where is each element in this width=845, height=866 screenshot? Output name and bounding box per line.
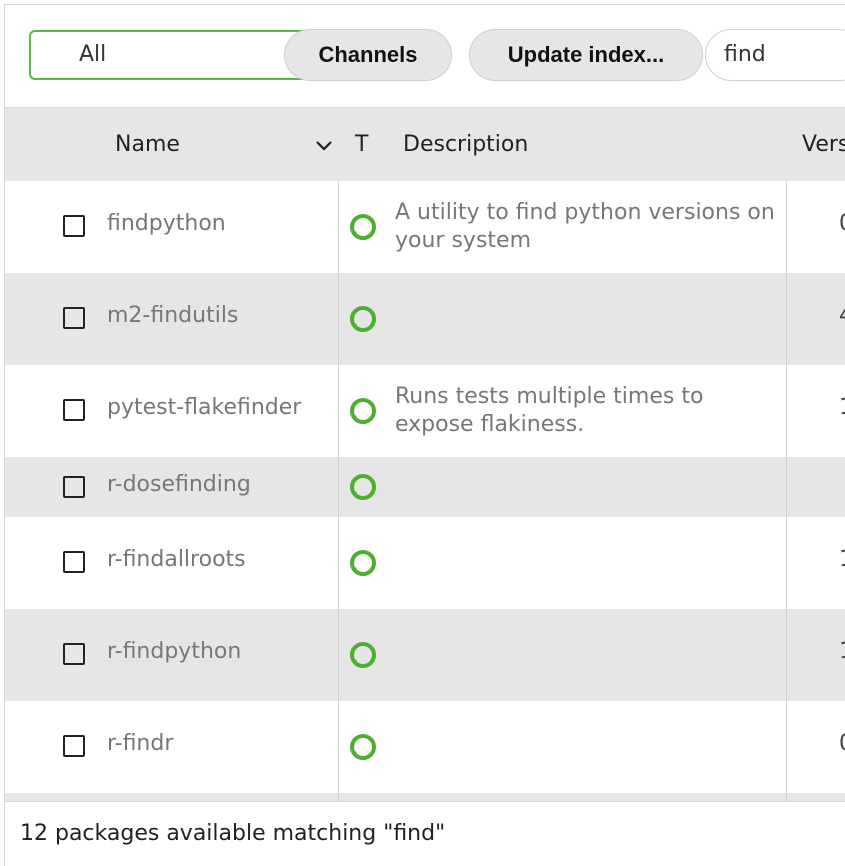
status-text: 12 packages available matching "find" [20,821,446,846]
table-row[interactable]: r-dosefinding [5,457,845,517]
table-row-partial [5,793,845,801]
package-name: m2-findutils [107,303,239,328]
package-name: findpython [107,211,226,236]
package-version: 0 [839,211,845,236]
channels-button[interactable]: Channels [284,29,452,81]
update-index-button[interactable]: Update index... [469,29,703,81]
column-header-version[interactable]: Vers [802,108,845,182]
row-checkbox[interactable] [63,476,85,498]
status-bar: 12 packages available matching "find" [5,801,845,866]
package-name: r-findallroots [107,547,246,572]
toolbar: All Channels Update index... find [5,5,845,107]
row-checkbox[interactable] [63,215,85,237]
package-version: 1 [839,395,845,420]
table-row[interactable]: m2-findutils 4 [5,273,845,365]
package-version: 1 [839,639,845,664]
row-checkbox[interactable] [63,551,85,573]
table-row[interactable]: findpython A utility to find python vers… [5,181,845,273]
search-input[interactable]: find [705,29,845,81]
package-list: findpython A utility to find python vers… [5,181,845,801]
package-description: Runs tests multiple times to expose flak… [395,384,704,437]
column-header-name[interactable]: Name [115,108,180,182]
package-version: 1 [839,547,845,572]
table-row[interactable]: r-findallroots 1 [5,517,845,609]
package-name: pytest-flakefinder [107,395,302,420]
conda-circle-icon[interactable] [348,396,378,426]
conda-circle-icon[interactable] [348,548,378,578]
table-row[interactable]: pytest-flakefinder Runs tests multiple t… [5,365,845,457]
package-description: A utility to find python versions on you… [395,200,775,253]
column-divider [786,181,787,801]
chevron-down-icon[interactable] [315,108,333,182]
table-row[interactable]: r-findpython 1 [5,609,845,701]
column-divider [338,181,339,801]
conda-circle-icon[interactable] [348,212,378,242]
package-name: r-findpython [107,639,242,664]
row-checkbox[interactable] [63,735,85,757]
package-name: r-findr [107,731,174,756]
package-version: 0 [839,731,845,756]
package-name: r-dosefinding [107,472,251,497]
row-checkbox[interactable] [63,399,85,421]
column-header-description[interactable]: Description [403,108,528,182]
conda-circle-icon[interactable] [348,472,378,502]
filter-select[interactable]: All [29,30,319,80]
column-header-type[interactable]: T [355,108,368,182]
row-checkbox[interactable] [63,643,85,665]
conda-circle-icon[interactable] [348,304,378,334]
table-row[interactable]: r-findr 0 [5,701,845,793]
table-header: Name T Description Vers [5,107,845,181]
conda-circle-icon[interactable] [348,640,378,670]
package-version: 4 [839,303,845,328]
conda-circle-icon[interactable] [348,732,378,762]
package-manager: All Channels Update index... find Name T… [4,4,845,866]
row-checkbox[interactable] [63,307,85,329]
